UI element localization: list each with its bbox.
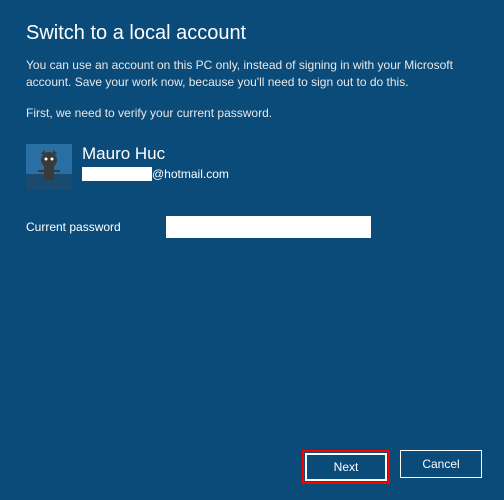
password-input[interactable] [166,216,371,238]
user-row: Mauro Huc @hotmail.com [26,144,478,190]
user-name: Mauro Huc [82,144,229,164]
cancel-button[interactable]: Cancel [400,450,482,478]
password-row: Current password [26,216,478,238]
next-button[interactable]: Next [305,453,387,481]
dialog-content: Switch to a local account You can use an… [0,0,504,260]
avatar [26,144,72,190]
user-info: Mauro Huc @hotmail.com [82,144,229,181]
user-email: @hotmail.com [82,167,229,181]
next-button-highlight: Next [302,450,390,484]
password-label: Current password [26,220,166,234]
email-redacted [82,167,152,181]
description-text: You can use an account on this PC only, … [26,57,478,92]
button-bar: Next Cancel [302,450,482,484]
page-title: Switch to a local account [26,22,478,45]
verify-text: First, we need to verify your current pa… [26,106,478,120]
email-domain: @hotmail.com [152,167,229,181]
